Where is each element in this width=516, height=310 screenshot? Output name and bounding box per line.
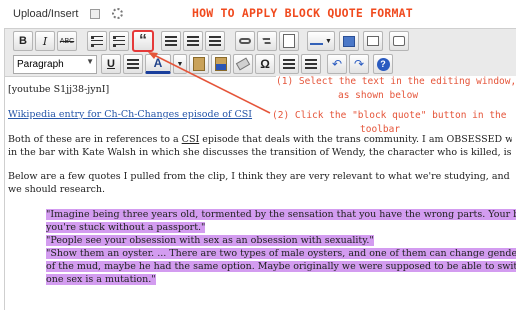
- arrow-line: [151, 53, 271, 114]
- annotation-arrow: [148, 52, 271, 114]
